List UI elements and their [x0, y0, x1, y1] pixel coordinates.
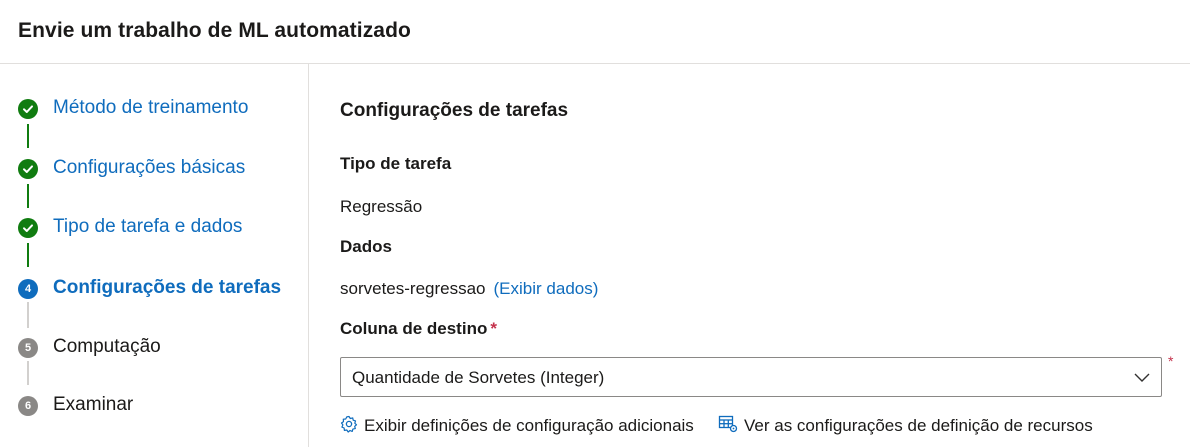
target-column-selected-value: Quantidade de Sorvetes (Integer): [352, 368, 605, 387]
step-connector: [27, 361, 29, 385]
checkmark-circle-icon: [18, 159, 38, 179]
required-indicator: *: [1168, 353, 1174, 369]
page-header: Envie um trabalho de ML automatizado: [0, 0, 1190, 64]
step-review[interactable]: 6 Examinar: [0, 390, 309, 420]
step-training-method[interactable]: Método de treinamento: [0, 93, 309, 123]
section-title: Configurações de tarefas: [340, 100, 569, 121]
additional-config-button[interactable]: Exibir definições de configuração adicio…: [340, 414, 694, 438]
step-number-badge: 4: [18, 279, 38, 299]
checkmark-circle-icon: [18, 99, 38, 119]
target-column-dropdown[interactable]: Quantidade de Sorvetes (Integer): [340, 357, 1162, 397]
checkmark-circle-icon: [18, 218, 38, 238]
view-data-link[interactable]: (Exibir dados): [494, 279, 599, 298]
step-label: Examinar: [53, 394, 134, 415]
step-basic-settings[interactable]: Configurações básicas: [0, 153, 309, 183]
target-column-label: Coluna de destino *: [340, 319, 497, 339]
step-label: Método de treinamento: [53, 97, 249, 118]
target-column-label-text: Coluna de destino: [340, 319, 488, 338]
step-label: Configurações de tarefas: [53, 277, 282, 298]
step-connector: [27, 243, 29, 267]
wizard-steps: Método de treinamento Configurações bási…: [0, 64, 309, 447]
step-number-badge: 5: [18, 338, 38, 358]
table-settings-icon: [718, 415, 744, 438]
step-label: Computação: [53, 336, 161, 357]
data-label: Dados: [340, 237, 392, 256]
dataset-name: sorvetes-regressao: [340, 279, 486, 298]
page-title: Envie um trabalho de ML automatizado: [18, 19, 411, 42]
step-task-settings[interactable]: 4 Configurações de tarefas: [0, 273, 309, 303]
task-settings-panel: Configurações de tarefas Tipo de tarefa …: [340, 64, 1190, 447]
featurization-settings-button[interactable]: Ver as configurações de definição de rec…: [718, 414, 1093, 438]
step-task-type-and-data[interactable]: Tipo de tarefa e dados: [0, 212, 309, 242]
step-label: Configurações básicas: [53, 157, 246, 178]
required-indicator: *: [490, 319, 497, 338]
step-compute[interactable]: 5 Computação: [0, 332, 309, 362]
step-connector: [27, 302, 29, 328]
step-label: Tipo de tarefa e dados: [53, 216, 243, 237]
step-number-badge: 6: [18, 396, 38, 416]
featurization-settings-label: Ver as configurações de definição de rec…: [744, 416, 1093, 435]
task-type-value: Regressão: [340, 197, 423, 216]
gear-icon: [340, 415, 364, 438]
data-value-row: sorvetes-regressao (Exibir dados): [340, 279, 598, 299]
step-connector: [27, 124, 29, 148]
chevron-down-icon: [1133, 369, 1151, 385]
additional-config-label: Exibir definições de configuração adicio…: [364, 416, 694, 435]
step-connector: [27, 184, 29, 208]
task-type-label: Tipo de tarefa: [340, 154, 452, 173]
